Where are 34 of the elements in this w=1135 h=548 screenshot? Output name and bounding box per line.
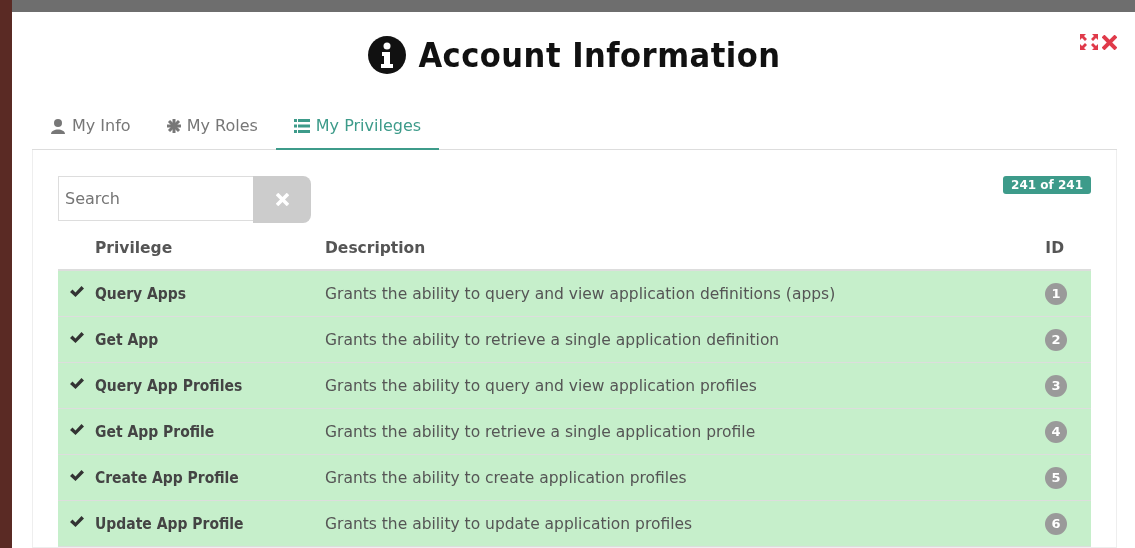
- tab[interactable]: My Info: [32, 108, 149, 150]
- user-icon: [50, 117, 66, 134]
- tab[interactable]: My Privileges: [275, 108, 440, 150]
- info-icon: [368, 36, 407, 74]
- tab[interactable]: My Roles: [148, 108, 276, 150]
- count-badge: 241 of 241: [1003, 176, 1091, 194]
- column-header: ID: [1045, 239, 1064, 257]
- table-cell: Create App Profile: [95, 468, 239, 487]
- id-badge: 2: [1045, 328, 1067, 351]
- table-cell: Update App Profile: [95, 514, 244, 533]
- table-cell: Query App Profiles: [95, 376, 243, 395]
- table-cell: Grants the ability to query and view application profiles: [325, 376, 757, 395]
- id-badge: 3: [1045, 374, 1067, 397]
- table-cell: Get App Profile: [95, 422, 215, 441]
- table-cell: Grants the ability to update application profiles: [325, 514, 693, 533]
- dialog-title: Account Information: [418, 35, 781, 75]
- close-icon: [275, 193, 289, 206]
- table-cell: Grants the ability to create application profiles: [325, 468, 687, 487]
- table-cell: Get App: [95, 330, 159, 349]
- close-icon[interactable]: [1102, 34, 1117, 50]
- id-badge: 6: [1045, 512, 1067, 535]
- id-badge: 5: [1045, 466, 1067, 489]
- table-cell: Grants the ability to retrieve a single application profile: [325, 422, 756, 441]
- column-header: Privilege: [95, 239, 173, 257]
- list-icon: [293, 118, 310, 133]
- expand-icon[interactable]: [1080, 34, 1098, 50]
- table-cell: Query Apps: [95, 284, 187, 303]
- table-cell: Grants the ability to retrieve a single application definition: [325, 330, 780, 349]
- asterisk-icon: [166, 118, 181, 133]
- id-badge: 1: [1045, 282, 1067, 305]
- search-field[interactable]: Search: [58, 176, 253, 221]
- column-header: Description: [325, 239, 426, 257]
- id-badge: 4: [1045, 420, 1067, 443]
- table-cell: Grants the ability to query and view application definitions (apps): [325, 284, 836, 303]
